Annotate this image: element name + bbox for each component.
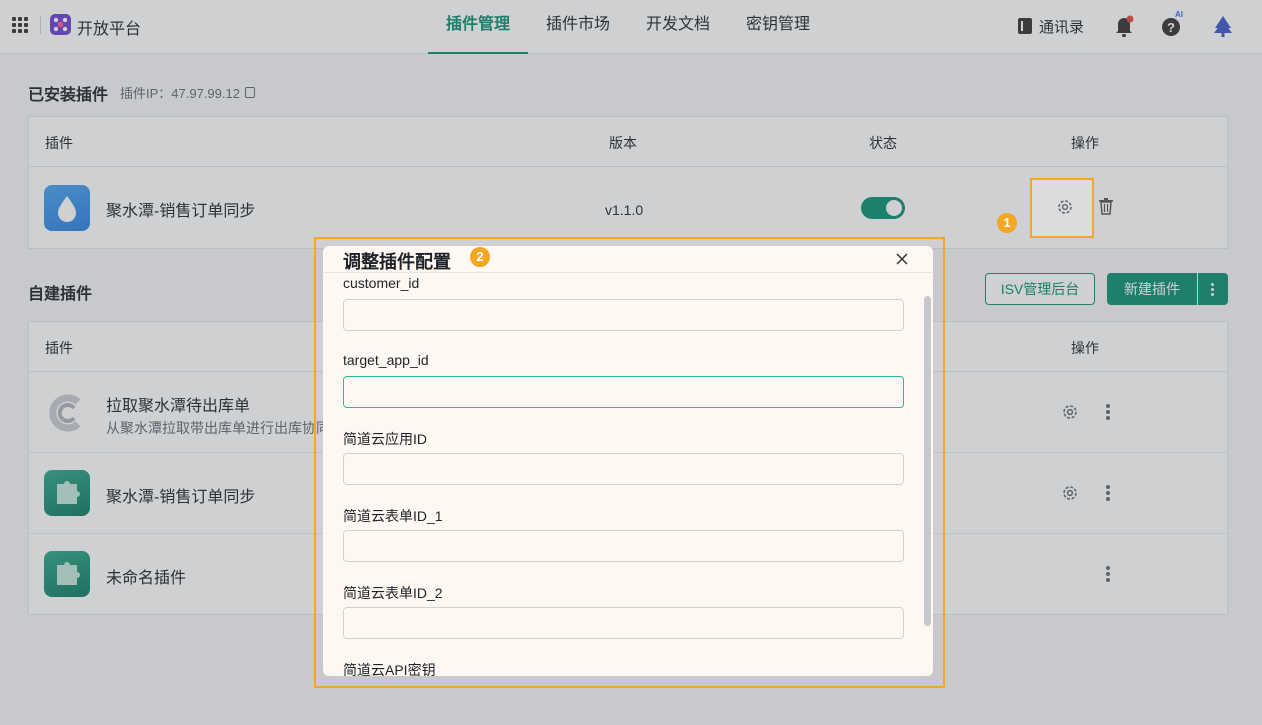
dialog-header: 调整插件配置 2 [323,246,933,273]
target-app-id-label: target_app_id [343,352,429,368]
delete-trash-icon[interactable] [1099,198,1113,215]
dialog-scrollbar[interactable] [924,296,931,626]
close-icon[interactable] [895,252,909,266]
settings-button-highlight[interactable] [1030,178,1094,238]
step-badge-1: 1 [997,213,1017,233]
dialog-form: customer_id target_app_id 简道云应用ID 简道云表单I… [323,274,933,676]
customer-id-field[interactable] [343,299,904,331]
jdy-api-key-label: 简道云API密钥 [343,662,436,676]
target-app-id-field[interactable] [343,376,904,408]
jdy-form-id-1-field[interactable] [343,530,904,562]
step-badge-2: 2 [470,247,490,267]
settings-gear-icon[interactable] [1056,198,1074,216]
dialog-title: 调整插件配置 [343,252,451,272]
jdy-form-id-2-label: 简道云表单ID_2 [343,585,443,601]
jdy-form-id-1-label: 简道云表单ID_1 [343,508,443,524]
customer-id-label: customer_id [343,275,420,291]
jdy-form-id-2-field[interactable] [343,607,904,639]
jdy-app-id-field[interactable] [343,453,904,485]
jdy-app-id-label: 简道云应用ID [343,431,427,447]
plugin-config-dialog: 调整插件配置 2 customer_id target_app_id 简道云应用… [323,246,933,676]
